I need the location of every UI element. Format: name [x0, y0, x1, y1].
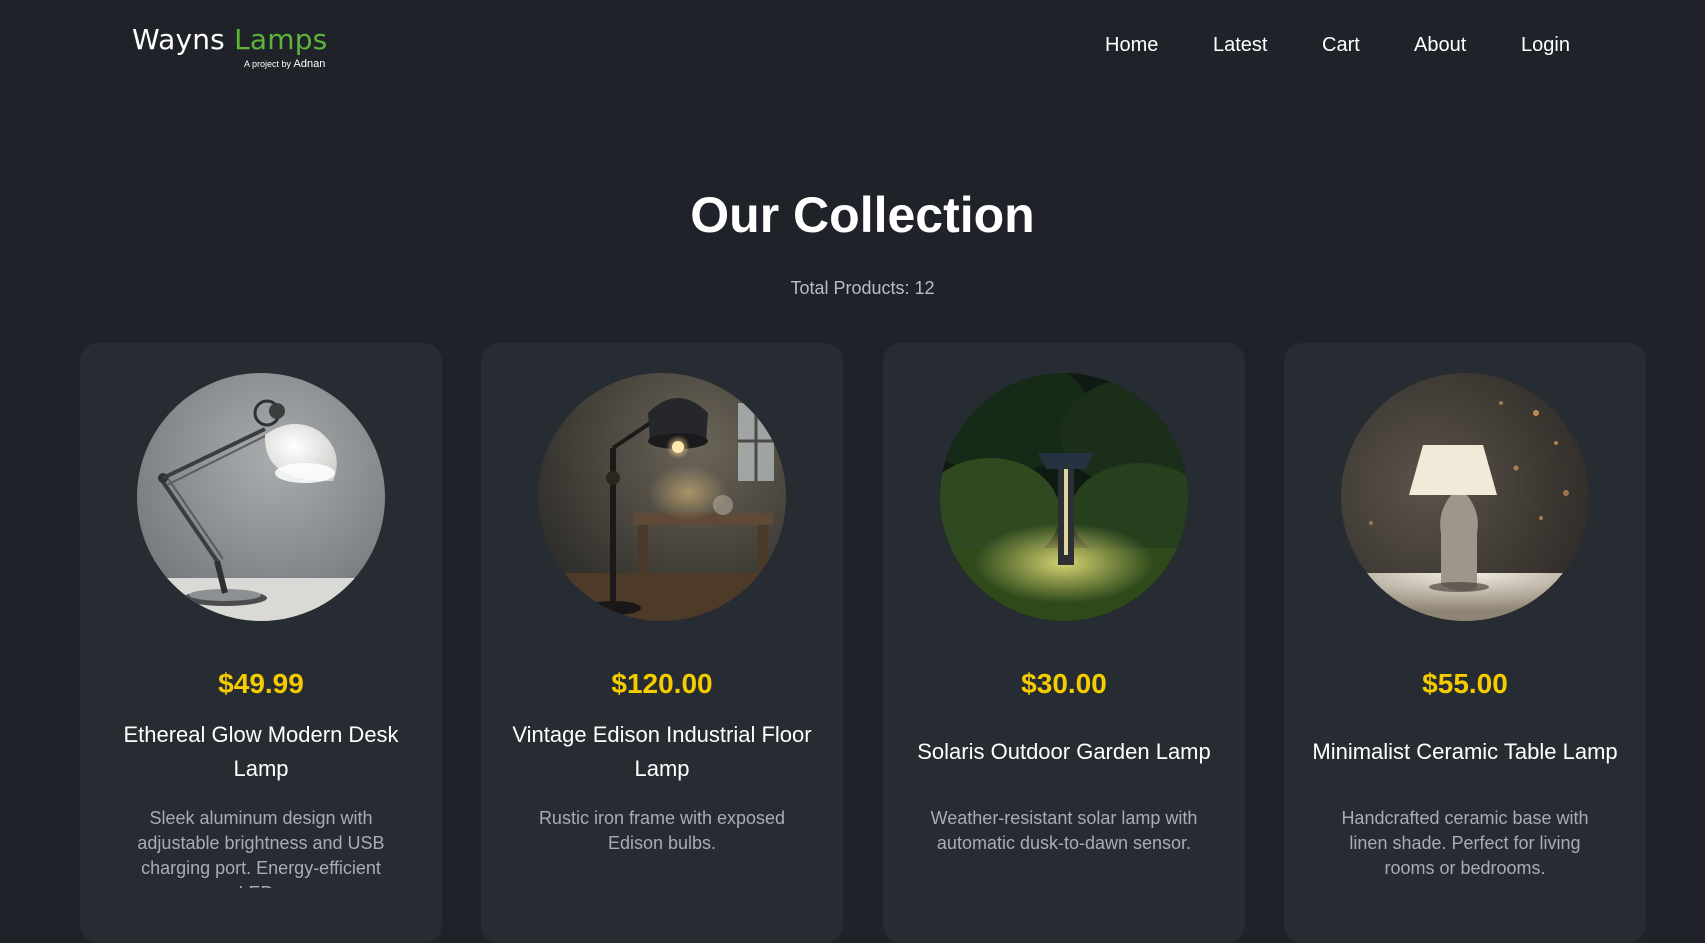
product-description: Rustic iron frame with exposed Edison bu… — [538, 808, 786, 853]
product-card[interactable]: $49.99 Ethereal Glow Modern Desk Lamp Sl… — [80, 343, 442, 943]
product-description: Handcrafted ceramic base with linen shad… — [1341, 808, 1589, 878]
product-price: $30.00 — [1021, 668, 1107, 699]
nav-link-about[interactable]: About — [1414, 34, 1466, 57]
nav-link-login[interactable]: Login — [1521, 34, 1570, 57]
desk-lamp-image[interactable] — [137, 373, 385, 621]
product-price: $120.00 — [611, 668, 713, 699]
floor-lamp-image[interactable] — [538, 373, 786, 621]
main-nav: Home Latest Cart About Login — [0, 34, 1705, 60]
nav-link-cart[interactable]: Cart — [1322, 34, 1360, 57]
product-name[interactable]: Solaris Outdoor Garden Lamp — [907, 735, 1221, 769]
product-price: $55.00 — [1422, 668, 1508, 699]
nav-link-home[interactable]: Home — [1105, 34, 1158, 57]
product-name[interactable]: Ethereal Glow Modern Desk Lamp — [104, 718, 418, 786]
product-card[interactable]: $55.00 Minimalist Ceramic Table Lamp Han… — [1284, 343, 1646, 943]
navbar: Wayns Lamps A project by Adnan Home Late… — [0, 0, 1705, 92]
product-description: Weather-resistant solar lamp with automa… — [930, 808, 1198, 853]
product-price: $49.99 — [218, 668, 304, 699]
product-name[interactable]: Vintage Edison Industrial Floor Lamp — [505, 718, 819, 786]
nav-link-latest[interactable]: Latest — [1213, 34, 1267, 57]
total-products-count: Total Products: 12 — [790, 278, 935, 298]
product-description: Sleek aluminum design with adjustable br… — [137, 808, 385, 888]
product-card[interactable]: $120.00 Vintage Edison Industrial Floor … — [481, 343, 843, 943]
garden-lamp-image[interactable] — [940, 373, 1188, 621]
table-lamp-image[interactable] — [1341, 373, 1589, 621]
logo-tagline-prefix: A project by — [244, 59, 292, 69]
product-card[interactable]: $30.00 Solaris Outdoor Garden Lamp Weath… — [883, 343, 1245, 943]
page-title: Our Collection — [690, 187, 1035, 243]
product-name[interactable]: Minimalist Ceramic Table Lamp — [1308, 735, 1622, 769]
